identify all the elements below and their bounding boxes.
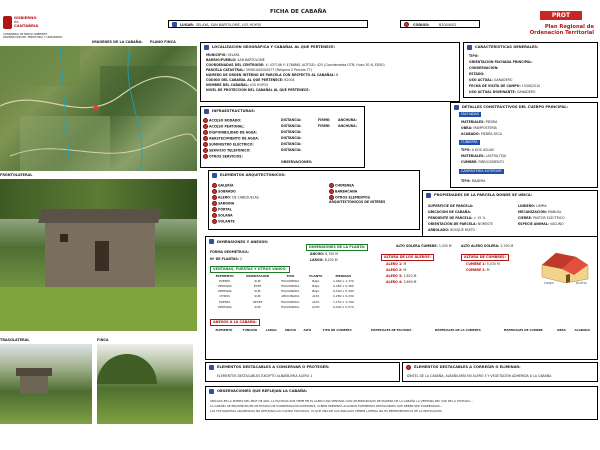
cumbre-title: ALTURA DE CUMBRES:: [461, 254, 509, 261]
destacar-title: ELEMENTOS DESTACABLES A CONSERVAR O PROT…: [217, 365, 330, 369]
obs-icon: [209, 389, 214, 394]
arq-title: ELEMENTOS ARQUITECTÓNICOS:: [220, 173, 286, 177]
corregir-box: ELEMENTOS DESTACABLES A CORREGIR O ELIMI…: [402, 362, 598, 382]
svg-text:Ancho: Ancho: [576, 281, 587, 285]
lugar-box: LUGAR: SELAYA, SAN BARTOLOMÉ, LOS HOYOS: [168, 20, 368, 28]
lugar-value: SELAYA, SAN BARTOLOMÉ, LOS HOYOS: [196, 22, 262, 27]
loc-icon: [204, 45, 209, 50]
infra-title: INFRAESTRUCTURAS:: [212, 109, 256, 113]
general-box: CARACTERÍSTICAS GENERALES: TIPO: ORIENTA…: [463, 42, 598, 98]
general-title: CARACTERÍSTICAS GENERALES:: [475, 45, 539, 49]
trasolateral-label: TRASOLATERAL: [0, 338, 30, 342]
logo-text: GOBIERNO de CANTABRIA: [14, 15, 39, 28]
plano-label: PLANO FINCA: [150, 40, 176, 44]
planta-title: DIMENSIONES DE LA PLANTA:: [306, 244, 369, 251]
arq-icon: [212, 173, 217, 178]
infra-box: INFRAESTRUCTURAS: ACCESO RODADO: DISTANC…: [200, 106, 365, 168]
loc-box: LOCALIZACIÓN GEOGRÁFICA Y CABAÑAL AL QUE…: [200, 42, 460, 102]
page-title: FICHA DE CABAÑA: [270, 9, 327, 15]
anexos-title: ANEXOS A LA CABAÑA:: [210, 319, 260, 326]
general-icon: [467, 45, 472, 50]
prot-badge: PROT: [540, 11, 582, 20]
aerial-map: [0, 46, 197, 171]
lugar-label: LUGAR:: [180, 22, 195, 27]
corregir-text: DINTEL DE LA CABAÑA; ALBAÑILERÍA EN ALER…: [407, 374, 552, 378]
alturas-title: ALTURA DE LOS ALEROS:: [381, 254, 434, 261]
anexos-table: ELEMENTO FUNCIÓN LARGO ANCHO ALTO TIPO DE CUB…: [215, 327, 590, 332]
codigo-label: CÓDIGO:: [413, 22, 430, 27]
table-row: VENTANA SUR ESCONDIDA ALTO 0,490 x 0,570: [217, 304, 354, 309]
obs-box: OBSERVACIONES QUE REFLEJAN LA CABAÑA: UB…: [205, 386, 598, 420]
prot-title: Plan Regional de Ordenación Territorial: [529, 24, 594, 36]
logo: [3, 16, 12, 29]
arq-box: ELEMENTOS ARQUITECTÓNICOS: GALERÍA SOBRA…: [208, 170, 420, 230]
parcel-box: PROPIEDADES DE LA PARCELA DONDE SE UBICA…: [422, 190, 598, 238]
obs-line: UBICADA EN LA PUERTA DEL PRAT DE ARO. LA…: [210, 399, 474, 403]
dept-text: CONSEJERÍA DE MEDIO AMBIENTE, ORDENACIÓN …: [3, 33, 63, 40]
dims-box: DIMENSIONES Y ANEXOS: FORMA GEOMÉTRICA: …: [205, 236, 598, 360]
corregir-title: ELEMENTOS DESTACABLES A CORREGIR O ELIMI…: [414, 365, 521, 369]
images-label: IMÁGENES DE LA CABAÑA:: [92, 40, 143, 44]
house-diagram: Largo Ancho: [541, 252, 589, 285]
codigo-value: B2004002: [439, 22, 457, 27]
finca-label: FINCA: [97, 338, 109, 342]
parcel-title: PROPIEDADES DE LA PARCELA DONDE SE UBICA…: [434, 193, 533, 197]
dims-title: DIMENSIONES Y ANEXOS:: [217, 240, 269, 244]
finca-photo: [97, 344, 193, 424]
destacar-text: ELEMENTOS DESTACABLES EXCEPTO ALBAÑILERÍ…: [217, 374, 313, 378]
cubierta-tag: CUBIERTA: [459, 140, 480, 145]
codigo-box: CÓDIGO: B2004002: [400, 20, 480, 28]
destacar-icon: [209, 365, 214, 370]
frontolateral-label: FRONTOLATERAL: [0, 173, 33, 177]
parcel-icon: [426, 193, 431, 198]
obs-title: OBSERVACIONES QUE REFLEJAN LA CABAÑA:: [217, 389, 308, 393]
constr-box: DETALLES CONSTRUCTIVOS DEL CUERPO PRINCI…: [450, 102, 598, 188]
vent-title: VENTANAS, PUERTAS Y OTROS VANOS:: [210, 266, 290, 273]
obs-line: LA CABAÑA SE ENCUENTRA EN UN ESTADO DE C…: [210, 404, 444, 408]
front-photo: [0, 179, 197, 331]
constr-title: DETALLES CONSTRUCTIVOS DEL CUERPO PRINCI…: [462, 105, 568, 109]
corregir-icon: [406, 365, 411, 370]
constr-icon: [454, 105, 459, 110]
destacar-box: ELEMENTOS DESTACABLES A CONSERVAR O PROT…: [205, 362, 400, 382]
vent-table: ELEMENTO ORIENTACIÓN TIPO PLANTA MEDIDAS PUE…: [210, 273, 360, 309]
back-photo: [0, 344, 92, 424]
obs-line: LAS FOTOGRAFÍAS ADJUNTADAS NO REFLEJAN L…: [210, 409, 443, 413]
location-icon: [172, 22, 177, 27]
dims-icon: [209, 239, 214, 244]
carpinteria-tag: CARPINTERÍA EXTERIOR: [459, 169, 504, 174]
loc-title: LOCALIZACIÓN GEOGRÁFICA Y CABAÑAL AL QUE…: [212, 45, 336, 49]
infra-icon: [204, 109, 209, 114]
svg-text:Largo: Largo: [544, 281, 554, 285]
fachadas-tag: FACHADAS: [459, 112, 482, 117]
code-icon: [404, 22, 409, 27]
